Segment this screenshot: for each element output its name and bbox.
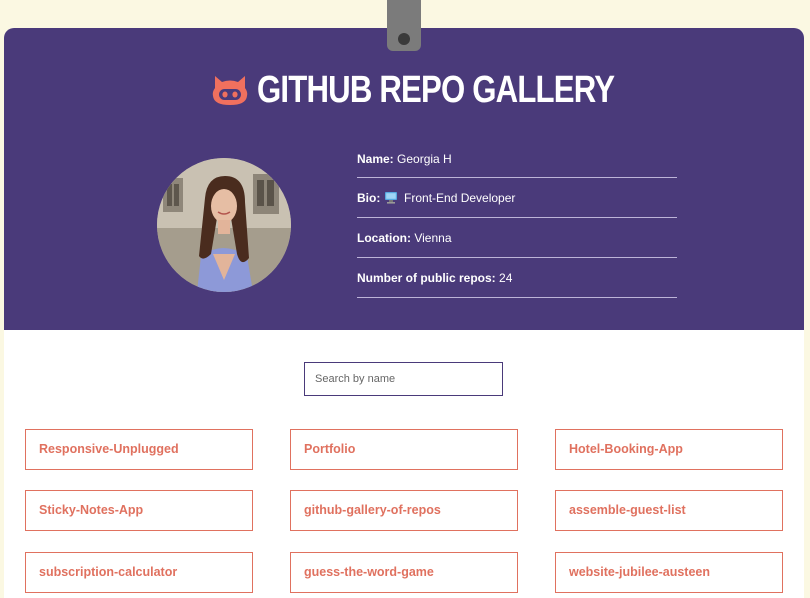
repo-item[interactable]: Hotel-Booking-App <box>555 429 783 470</box>
repo-item[interactable]: Portfolio <box>290 429 518 470</box>
repo-item[interactable]: Sticky-Notes-App <box>25 490 253 531</box>
title-row: GITHUB REPO GALLERY <box>4 66 804 114</box>
repos-count-label: Number of public repos: <box>357 271 496 285</box>
location-label: Location: <box>357 231 411 245</box>
profile-header: GITHUB REPO GALLERY Name: Georgia H Bio:… <box>4 28 804 330</box>
location-value: Vienna <box>414 231 452 245</box>
clipboard-clip <box>387 0 421 51</box>
bio-value: Front-End Developer <box>404 191 516 205</box>
repo-item[interactable]: website-jubilee-austeen <box>555 552 783 593</box>
repos-count-value: 24 <box>499 271 513 285</box>
profile-bio-row: Bio: Front-End Developer <box>357 178 677 218</box>
repo-item[interactable]: subscription-calculator <box>25 552 253 593</box>
bio-label: Bio: <box>357 191 381 205</box>
profile-repos-row: Number of public repos: 24 <box>357 258 677 298</box>
repo-item[interactable]: Responsive-Unplugged <box>25 429 253 470</box>
computer-icon <box>384 192 397 204</box>
profile-info: Name: Georgia H Bio: Front-End Developer… <box>357 139 677 298</box>
github-octocat-icon <box>212 76 248 105</box>
repo-item[interactable]: guess-the-word-game <box>290 552 518 593</box>
name-value: Georgia H <box>397 152 452 166</box>
repo-item[interactable]: github-gallery-of-repos <box>290 490 518 531</box>
name-label: Name: <box>357 152 394 166</box>
profile-name-row: Name: Georgia H <box>357 139 677 178</box>
page-title: GITHUB REPO GALLERY <box>257 68 615 111</box>
profile-location-row: Location: Vienna <box>357 218 677 258</box>
avatar <box>157 158 291 292</box>
search-input[interactable] <box>304 362 503 396</box>
avatar-photo <box>157 158 291 292</box>
gallery-card: GITHUB REPO GALLERY Name: Georgia H Bio:… <box>4 28 804 598</box>
repo-item[interactable]: assemble-guest-list <box>555 490 783 531</box>
clip-hole <box>398 33 410 45</box>
